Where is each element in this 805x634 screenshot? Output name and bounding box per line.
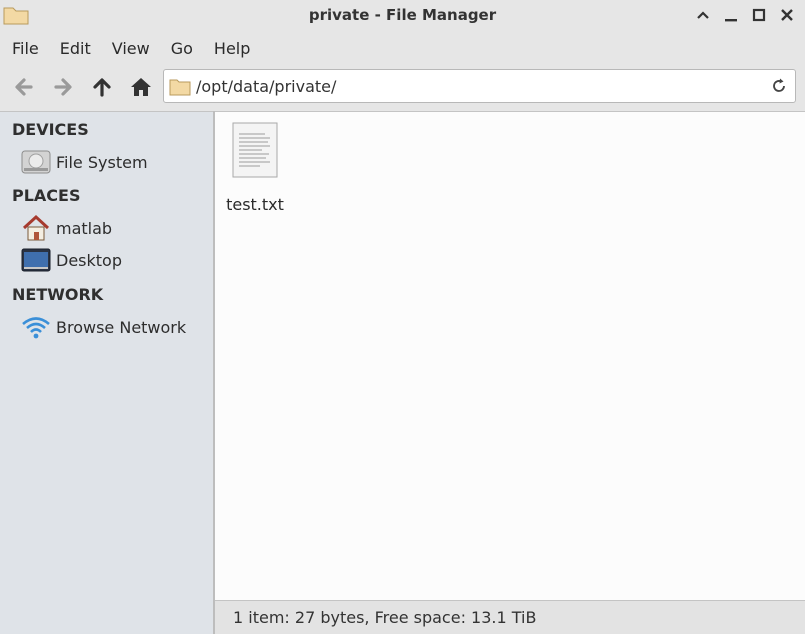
home-icon[interactable]	[128, 74, 154, 100]
sidebar-item-browse-network[interactable]: Browse Network	[20, 313, 186, 341]
sidebar-item-label: matlab	[56, 218, 113, 238]
close-button[interactable]	[776, 4, 798, 26]
drive-icon	[21, 150, 51, 174]
status-bar: 1 item: 27 bytes, Free space: 13.1 TiB	[215, 600, 805, 634]
folder-icon	[169, 79, 191, 96]
status-text: 1 item: 27 bytes, Free space: 13.1 TiB	[233, 608, 537, 627]
menu-help[interactable]: Help	[202, 39, 259, 58]
sidebar-item-label: Desktop	[56, 250, 122, 270]
menu-view[interactable]: View	[100, 39, 159, 58]
menu-file[interactable]: File	[0, 39, 48, 58]
sidebar-item-file-system[interactable]: File System	[20, 148, 148, 176]
forward-arrow-icon[interactable]	[50, 74, 76, 100]
sidebar-heading-devices: DEVICES	[12, 120, 89, 139]
network-icon	[22, 317, 50, 339]
reload-icon[interactable]	[769, 76, 789, 96]
file-item[interactable]: test.txt	[223, 120, 287, 214]
sidebar-item-label: File System	[56, 152, 148, 172]
menu-bar: File Edit View Go Help	[0, 32, 805, 64]
sidebar-heading-places: PLACES	[12, 186, 81, 205]
file-manager-window: private - File Manager File Edit View Go…	[0, 0, 805, 634]
minimize-button[interactable]	[720, 4, 742, 26]
text-file-icon	[232, 122, 278, 178]
sidebar-heading-network: NETWORK	[12, 285, 104, 304]
sidebar-item-matlab[interactable]: matlab	[20, 214, 112, 242]
menu-edit[interactable]: Edit	[48, 39, 100, 58]
file-name: test.txt	[226, 195, 284, 214]
location-path[interactable]: /opt/data/private/	[196, 77, 336, 96]
desktop-icon	[21, 248, 51, 272]
file-view[interactable]: test.txt	[215, 111, 805, 600]
location-bar[interactable]: /opt/data/private/	[163, 69, 796, 103]
home-icon	[22, 214, 50, 241]
sidebar: DEVICES File System PLACES matlab Deskto…	[0, 111, 213, 634]
menu-go[interactable]: Go	[159, 39, 202, 58]
up-arrow-icon[interactable]	[89, 74, 115, 100]
window-title: private - File Manager	[308, 6, 497, 24]
maximize-button[interactable]	[748, 4, 770, 26]
title-bar: private - File Manager	[0, 0, 805, 32]
collapse-window-button[interactable]	[692, 4, 714, 26]
sidebar-item-desktop[interactable]: Desktop	[20, 246, 122, 274]
sidebar-item-label: Browse Network	[56, 317, 187, 337]
back-arrow-icon[interactable]	[11, 74, 37, 100]
